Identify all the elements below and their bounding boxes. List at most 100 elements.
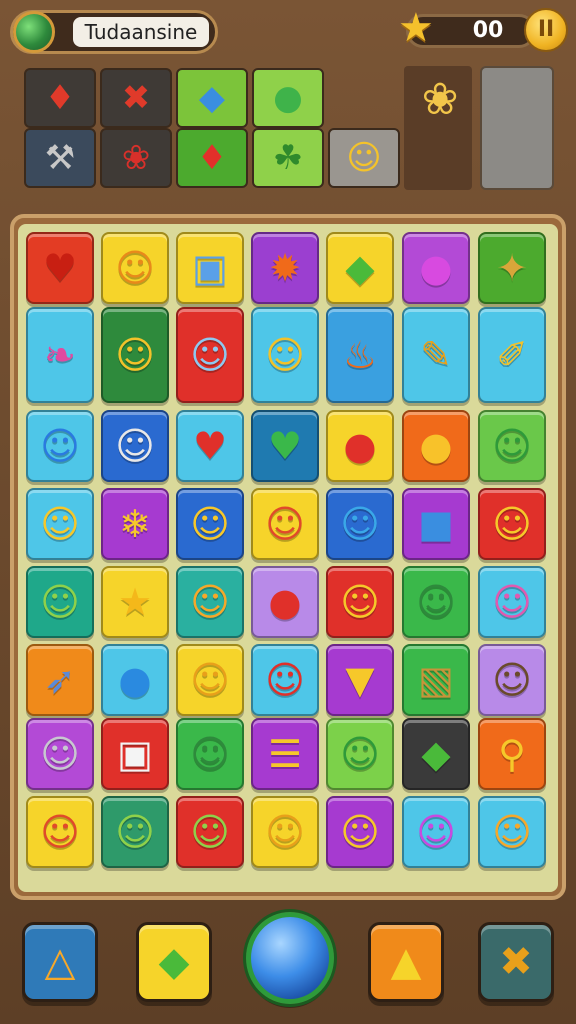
board-tile[interactable]: ☺ bbox=[176, 488, 244, 560]
board-tile[interactable]: ▼ bbox=[326, 644, 394, 716]
board-tile[interactable]: ✹ bbox=[251, 232, 319, 304]
board-tile[interactable]: ☺ bbox=[176, 796, 244, 868]
board-tile[interactable]: ✦ bbox=[478, 232, 546, 304]
ice-cream-icon: ❄ bbox=[119, 502, 151, 546]
board-tile[interactable]: ♥ bbox=[251, 410, 319, 482]
orange-sun-face-icon: ☺ bbox=[492, 810, 532, 854]
board-tile[interactable]: ☺ bbox=[326, 488, 394, 560]
board-tile[interactable]: ☺ bbox=[176, 718, 244, 790]
green-figure-icon: ☺ bbox=[115, 333, 155, 377]
red-cat-icon: ☺ bbox=[265, 502, 305, 546]
board-tile[interactable]: ☺ bbox=[176, 566, 244, 638]
board-tile[interactable]: ♥ bbox=[26, 232, 94, 304]
collection-slot[interactable]: ♦ bbox=[176, 128, 248, 188]
board-tile[interactable]: ● bbox=[251, 566, 319, 638]
toolbar-button[interactable]: ◆ bbox=[136, 922, 212, 1002]
board-tile[interactable]: ▣ bbox=[176, 232, 244, 304]
toast-icon: ▧ bbox=[418, 658, 454, 702]
paint-jar-icon: ✐ bbox=[496, 333, 528, 377]
rocket-icon: ➶ bbox=[44, 658, 76, 702]
red-hair-face-icon: ☺ bbox=[265, 810, 305, 854]
magnifier-icon: ⚲ bbox=[498, 732, 526, 776]
board-tile[interactable]: ◆ bbox=[402, 718, 470, 790]
board-tile[interactable]: ☺ bbox=[478, 796, 546, 868]
board-tile[interactable]: ☺ bbox=[478, 566, 546, 638]
board-tile[interactable]: ☺ bbox=[26, 718, 94, 790]
board-tile[interactable]: ★ bbox=[101, 566, 169, 638]
board-tile[interactable]: ☺ bbox=[101, 232, 169, 304]
collection-slot[interactable]: ❀ bbox=[100, 128, 172, 188]
collection-slot[interactable]: ● bbox=[252, 68, 324, 128]
board-tile[interactable]: ☺ bbox=[101, 796, 169, 868]
collection-slot[interactable]: ☘ bbox=[252, 128, 324, 188]
board-tile[interactable]: ♥ bbox=[176, 410, 244, 482]
flower-icon[interactable]: ❀ bbox=[412, 72, 468, 128]
board-tile[interactable]: ☺ bbox=[101, 307, 169, 403]
fire-creature-icon: ☺ bbox=[492, 502, 532, 546]
board-tile[interactable]: ➶ bbox=[26, 644, 94, 716]
board-tile[interactable]: ▧ bbox=[402, 644, 470, 716]
collection-slot[interactable]: ⚒ bbox=[24, 128, 96, 188]
board-tile[interactable]: ❄ bbox=[101, 488, 169, 560]
collection-slot[interactable]: ♦ bbox=[24, 68, 96, 128]
purple-flame-icon: ☺ bbox=[416, 810, 456, 854]
board-tile[interactable]: ☺ bbox=[26, 410, 94, 482]
board-tile[interactable]: ☺ bbox=[251, 307, 319, 403]
red-cross-icon: ✖ bbox=[121, 78, 151, 118]
board-tile[interactable]: ☺ bbox=[402, 796, 470, 868]
board-tile[interactable]: ☺ bbox=[26, 566, 94, 638]
board-tile[interactable]: ☺ bbox=[251, 644, 319, 716]
rainbow-feather-icon: ❧ bbox=[44, 333, 76, 377]
board-tile[interactable]: ▣ bbox=[101, 718, 169, 790]
blue-bird-icon: ◆ bbox=[198, 78, 226, 118]
board-tile[interactable]: ☺ bbox=[176, 644, 244, 716]
green-frog-icon: ☺ bbox=[40, 580, 80, 624]
collection-slot[interactable]: ◆ bbox=[176, 68, 248, 128]
board-tile[interactable]: ☺ bbox=[326, 566, 394, 638]
board-tile[interactable]: ☺ bbox=[326, 718, 394, 790]
red-heart-icon: ♥ bbox=[192, 424, 228, 468]
board-tile[interactable]: ✎ bbox=[402, 307, 470, 403]
toolbar-button[interactable]: △ bbox=[22, 922, 98, 1002]
board-tile[interactable]: ☺ bbox=[326, 796, 394, 868]
board-tile[interactable]: ■ bbox=[402, 488, 470, 560]
sun-creature-icon: ✹ bbox=[269, 246, 301, 290]
board-tile[interactable]: ⚲ bbox=[478, 718, 546, 790]
green-leaf-tool-icon: ◆ bbox=[158, 939, 190, 985]
toolbar-button[interactable]: ✖ bbox=[478, 922, 554, 1002]
board-tile[interactable]: ❧ bbox=[26, 307, 94, 403]
globe-icon[interactable] bbox=[13, 11, 55, 53]
board-tile[interactable]: ☺ bbox=[478, 410, 546, 482]
yellow-dog-icon: ☺ bbox=[190, 658, 230, 702]
board-tile[interactable]: ☺ bbox=[26, 488, 94, 560]
cat-face-icon: ☺ bbox=[115, 246, 155, 290]
collection-slot[interactable]: ✖ bbox=[100, 68, 172, 128]
board-tile[interactable]: ☺ bbox=[402, 566, 470, 638]
board-tile[interactable]: ● bbox=[402, 232, 470, 304]
level-title-bar: Tudaansine bbox=[10, 10, 218, 54]
board-tile[interactable]: ☺ bbox=[176, 307, 244, 403]
pause-button[interactable]: II bbox=[524, 8, 568, 52]
collection-slot[interactable]: ☺ bbox=[328, 128, 400, 188]
red-berry-icon: ☺ bbox=[265, 658, 305, 702]
board-tile[interactable]: ♨ bbox=[326, 307, 394, 403]
grey-cat-icon: ☺ bbox=[115, 424, 155, 468]
board-tile[interactable]: ◆ bbox=[326, 232, 394, 304]
toolbar-button[interactable]: ▲ bbox=[368, 922, 444, 1002]
board-tile[interactable]: ● bbox=[101, 644, 169, 716]
board-tile[interactable]: ● bbox=[326, 410, 394, 482]
board-tile[interactable]: ✐ bbox=[478, 307, 546, 403]
board-tile[interactable]: ● bbox=[402, 410, 470, 482]
board-tile[interactable]: ☺ bbox=[101, 410, 169, 482]
green-leaf-dark-icon: ◆ bbox=[421, 732, 451, 776]
apple-icon: ♥ bbox=[42, 246, 78, 290]
yellow-chick-icon: ☺ bbox=[340, 580, 380, 624]
green-snake-icon: ☺ bbox=[340, 732, 380, 776]
board-tile[interactable]: ☺ bbox=[478, 644, 546, 716]
blue-orb-icon[interactable] bbox=[246, 912, 334, 1004]
board-tile[interactable]: ☺ bbox=[251, 796, 319, 868]
board-tile[interactable]: ☺ bbox=[478, 488, 546, 560]
board-tile[interactable]: ☰ bbox=[251, 718, 319, 790]
board-tile[interactable]: ☺ bbox=[26, 796, 94, 868]
board-tile[interactable]: ☺ bbox=[251, 488, 319, 560]
